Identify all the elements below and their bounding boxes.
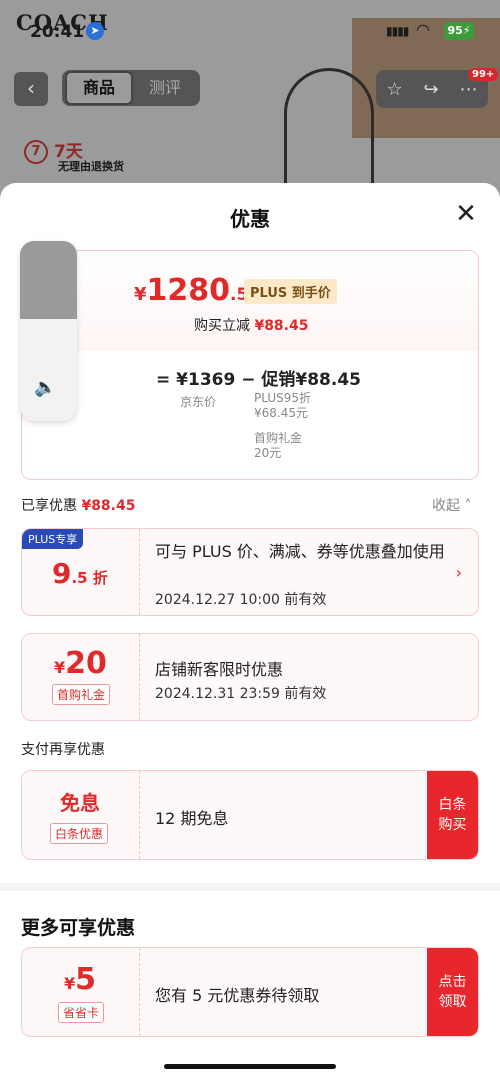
final-price: ¥ 1280 .55 [134, 273, 260, 308]
coupon-title: 店铺新客限时优惠 [155, 660, 284, 679]
chevron-right-icon: › [455, 563, 462, 582]
price-formula: = ¥1369 − 促销¥88.45 [156, 370, 361, 390]
battery-indicator: 95⚡ [444, 22, 474, 40]
gift-detail: 首购礼金 20元 [254, 431, 303, 460]
coupon-amount: ¥ 5 [64, 962, 97, 997]
back-button[interactable]: ‹ [14, 72, 48, 106]
plus-exclusive-badge: PLUS专享 [22, 529, 84, 549]
tab-product[interactable]: 商品 [65, 71, 133, 105]
volume-slider[interactable]: 🔈 [20, 241, 77, 421]
coupon-validity: 2024.12.31 23:59 前有效 [155, 686, 327, 702]
page-tabs: 商品 测评 [62, 70, 200, 106]
return-7day-icon: 7 [24, 140, 48, 164]
status-time: 20:41 [30, 22, 85, 42]
more-discounts-title: 更多可享优惠 [21, 917, 136, 939]
baitiao-coupon: 免息 白条优惠 12 期免息 白条 购买 [21, 770, 479, 860]
coupon-title: 12 期免息 [155, 809, 229, 828]
chevron-up-icon: ˄ [464, 498, 472, 514]
favorite-star-icon[interactable]: ☆ [386, 79, 402, 100]
coupon-title: 可与 PLUS 价、满减、券等优惠叠加使用 [155, 542, 445, 561]
return-text: 无理由退换货 [58, 160, 124, 173]
plus-price-tag: PLUS 到手价 [244, 279, 337, 304]
speaker-icon: 🔈 [34, 377, 57, 398]
more-icon[interactable]: ⋯ [460, 79, 478, 100]
coupon-validity: 2024.12.27 10:00 前有效 [155, 592, 327, 608]
home-indicator[interactable] [164, 1064, 336, 1069]
coupon-title: 您有 5 元优惠券待领取 [155, 986, 320, 1005]
coupon-type-pill: 白条优惠 [50, 823, 109, 844]
plus-discount-coupon[interactable]: PLUS专享 9 .5 折 可与 PLUS 价、满减、券等优惠叠加使用 2024… [21, 528, 479, 616]
price-breakdown-card: ¥ 1280 .55 PLUS 到手价 购买立减 ¥88.45 = ¥1369 … [21, 250, 479, 480]
wifi-icon: ◠ [416, 20, 430, 39]
claim-coupon-button[interactable]: 点击 领取 [427, 948, 478, 1036]
enjoyed-discount: 已享优惠 ¥88.45 [21, 498, 136, 514]
sheet-title: 优惠 [230, 207, 270, 231]
message-count-badge: 99+ [468, 68, 499, 81]
share-icon[interactable]: ↪ [424, 79, 439, 100]
coupon-type-pill: 首购礼金 [52, 684, 111, 705]
new-customer-coupon[interactable]: ¥ 20 首购礼金 店铺新客限时优惠 2024.12.31 23:59 前有效 [21, 633, 479, 721]
discount-rate: 9 .5 折 [52, 557, 108, 590]
volume-empty-part [20, 241, 77, 319]
collapse-button[interactable]: 收起 ˄ [432, 495, 471, 515]
pay-section-label: 支付再享优惠 [21, 742, 105, 758]
tab-review[interactable]: 测评 [133, 73, 197, 103]
savings-card-coupon: ¥ 5 省省卡 您有 5 元优惠券待领取 点击 领取 [21, 947, 479, 1037]
location-arrow-icon: ➤ [86, 22, 104, 40]
product-page-background: COACH 20:41 ➤ ▮▮▮▮ ◠ 95⚡ ‹ 商品 测评 ☆ ↪ ⋯ 9… [0, 0, 500, 218]
signal-icon: ▮▮▮▮ [386, 24, 409, 38]
coupon-type-pill: 省省卡 [58, 1002, 105, 1023]
baitiao-buy-button[interactable]: 白条 购买 [427, 771, 478, 859]
return-policy[interactable]: 7 7天 无理由退换货 [24, 140, 124, 173]
coupon-amount: ¥ 20 [54, 646, 107, 681]
interest-free-label: 免息 [60, 791, 100, 815]
plus-discount-detail: PLUS95折 ¥68.45元 [254, 391, 311, 420]
section-divider [0, 883, 500, 891]
close-icon[interactable]: ✕ [452, 201, 480, 229]
instant-save-line: 购买立减 ¥88.45 [194, 318, 309, 334]
jd-price-label: 京东价 [180, 395, 217, 409]
